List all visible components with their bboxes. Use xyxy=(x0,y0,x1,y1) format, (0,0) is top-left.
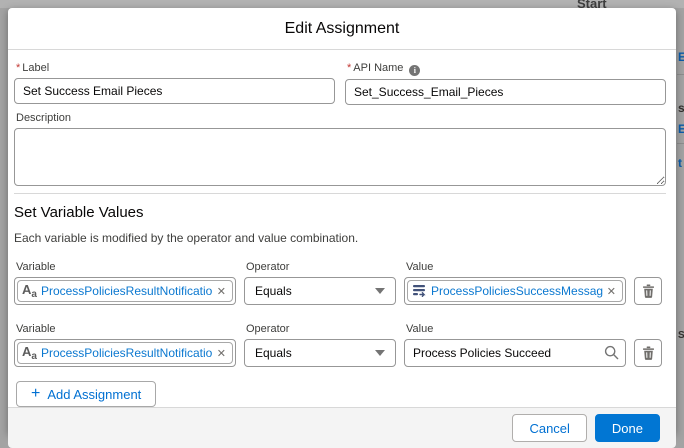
cancel-button[interactable]: Cancel xyxy=(512,414,586,442)
canvas-text-fragment: E xyxy=(678,50,684,64)
canvas-text-fragment: s xyxy=(678,101,684,115)
label-field-label: *Label xyxy=(16,62,335,75)
value-column: Value ProcessPoliciesSuccessMessage ✕ xyxy=(404,261,626,305)
delete-assignment-button[interactable] xyxy=(634,339,662,367)
variable-pill-label: ProcessPoliciesResultNotificationTitle xyxy=(41,346,213,360)
value-column-label: Value xyxy=(406,261,626,274)
canvas-divider-fragment xyxy=(677,143,684,144)
variable-pill[interactable]: Aa ProcessPoliciesResultNotificationBody… xyxy=(17,280,233,302)
modal-footer: Cancel Done xyxy=(8,407,676,448)
api-name-field-label: *API Namei xyxy=(347,62,666,76)
required-asterisk: * xyxy=(16,62,20,74)
assignment-row: Variable Aa ProcessPoliciesResultNotific… xyxy=(14,323,666,367)
modal-header: Edit Assignment xyxy=(8,8,676,50)
search-icon xyxy=(604,345,619,360)
api-name-input[interactable] xyxy=(345,79,666,105)
set-variable-values-section: Set Variable Values Each variable is mod… xyxy=(8,194,676,407)
variable-combobox[interactable]: Aa ProcessPoliciesResultNotificationBody… xyxy=(14,277,236,305)
operator-selected-value: Equals xyxy=(255,346,292,360)
text-template-icon xyxy=(412,284,427,298)
text-type-icon: Aa xyxy=(22,283,37,300)
value-search-input[interactable] xyxy=(404,339,626,367)
delete-assignment-button[interactable] xyxy=(634,277,662,305)
value-combobox[interactable]: ProcessPoliciesSuccessMessage ✕ xyxy=(404,277,626,305)
description-field-label: Description xyxy=(16,112,666,125)
description-textarea[interactable] xyxy=(14,128,666,186)
value-column: Value xyxy=(404,323,626,367)
variable-column: Variable Aa ProcessPoliciesResultNotific… xyxy=(14,323,236,367)
chevron-down-icon xyxy=(375,350,385,356)
text-type-icon: Aa xyxy=(22,345,37,362)
value-pill-label: ProcessPoliciesSuccessMessage xyxy=(431,284,603,298)
canvas-text-fragment: Su xyxy=(678,330,684,341)
variable-column-label: Variable xyxy=(16,323,236,336)
variable-combobox[interactable]: Aa ProcessPoliciesResultNotificationTitl… xyxy=(14,339,236,367)
operator-select[interactable]: Equals xyxy=(244,339,396,367)
trash-icon xyxy=(642,346,655,360)
modal-title: Edit Assignment xyxy=(285,20,400,38)
operator-select[interactable]: Equals xyxy=(244,277,396,305)
section-heading: Set Variable Values xyxy=(14,204,666,221)
variable-column-label: Variable xyxy=(16,261,236,274)
close-icon[interactable]: ✕ xyxy=(217,347,226,360)
variable-column: Variable Aa ProcessPoliciesResultNotific… xyxy=(14,261,236,305)
section-subtext: Each variable is modified by the operato… xyxy=(14,231,666,245)
canvas-divider-fragment xyxy=(677,74,684,75)
variable-pill-label: ProcessPoliciesResultNotificationBody xyxy=(41,284,213,298)
required-asterisk: * xyxy=(347,62,351,74)
trash-icon xyxy=(642,284,655,298)
api-name-field-group: *API Namei xyxy=(345,62,666,105)
operator-column-label: Operator xyxy=(246,261,396,274)
add-assignment-button[interactable]: + Add Assignment xyxy=(16,381,156,407)
label-input[interactable] xyxy=(14,78,335,104)
edit-assignment-modal: Edit Assignment *Label *API Namei Descri… xyxy=(8,8,676,434)
operator-column: Operator Equals xyxy=(244,261,396,305)
close-icon[interactable]: ✕ xyxy=(217,285,226,298)
done-button[interactable]: Done xyxy=(595,414,660,442)
operator-column-label: Operator xyxy=(246,323,396,336)
chevron-down-icon xyxy=(375,288,385,294)
assignment-row: Variable Aa ProcessPoliciesResultNotific… xyxy=(14,261,666,305)
add-assignment-label: Add Assignment xyxy=(47,387,141,402)
info-icon[interactable]: i xyxy=(409,65,420,76)
canvas-text-fragment: E xyxy=(678,122,684,136)
variable-pill[interactable]: Aa ProcessPoliciesResultNotificationTitl… xyxy=(17,342,233,364)
label-field-group: *Label xyxy=(14,62,335,105)
plus-icon: + xyxy=(31,386,40,402)
operator-column: Operator Equals xyxy=(244,323,396,367)
canvas-text-fragment: t xyxy=(678,156,682,170)
close-icon[interactable]: ✕ xyxy=(607,285,616,298)
description-field-group: Description xyxy=(14,112,666,186)
operator-selected-value: Equals xyxy=(255,284,292,298)
modal-body-top: *Label *API Namei Description xyxy=(8,50,676,194)
value-column-label: Value xyxy=(406,323,626,336)
value-pill[interactable]: ProcessPoliciesSuccessMessage ✕ xyxy=(407,280,623,302)
